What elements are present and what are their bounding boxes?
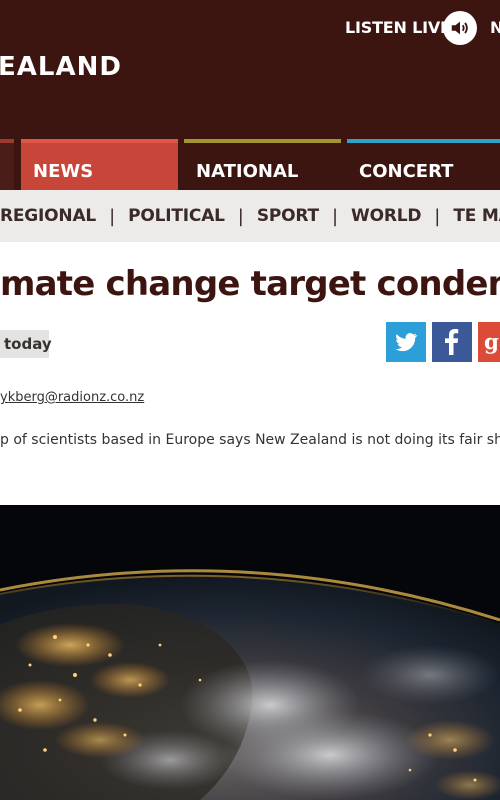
google-plus-icon: g [484, 330, 499, 355]
speaker-icon [451, 21, 468, 35]
listen-live-label[interactable]: LISTEN LIVE [345, 18, 451, 38]
subnav-sport[interactable]: SPORT [257, 206, 319, 226]
subnav-political[interactable]: POLITICAL [128, 206, 225, 226]
subnav-te-manu[interactable]: TE MANU K [453, 206, 500, 226]
share-google-plus-button[interactable]: g [478, 322, 500, 362]
tab-previous[interactable] [0, 139, 14, 190]
svg-text:g: g [484, 330, 499, 355]
article-lede: p of scientists based in Europe says New… [0, 432, 500, 448]
sub-navigation: REGIONAL | POLITICAL | SPORT | WORLD | T… [0, 190, 500, 242]
subnav-regional[interactable]: REGIONAL [0, 206, 96, 226]
earth-image [0, 505, 500, 800]
subnav-separator: | [331, 205, 339, 227]
tab-concert[interactable]: CONCERT [347, 139, 500, 190]
author-email-link[interactable]: ykberg@radionz.co.nz [0, 389, 144, 407]
subnav-separator: | [237, 205, 244, 227]
header-nav-partial[interactable]: N [490, 18, 500, 38]
listen-live-button[interactable] [443, 11, 477, 45]
twitter-icon [395, 333, 418, 352]
tab-news[interactable]: NEWS [21, 139, 178, 190]
date-badge: today [0, 330, 52, 358]
subnav-separator: | [434, 205, 441, 227]
article-headline: mate change target condemned [0, 264, 500, 304]
subnav-world[interactable]: WORLD [351, 206, 421, 226]
facebook-icon [445, 329, 459, 355]
share-facebook-button[interactable] [432, 322, 472, 362]
earth-at-night-photo [0, 505, 500, 800]
share-twitter-button[interactable] [386, 322, 426, 362]
tab-national[interactable]: NATIONAL [184, 139, 341, 190]
site-logo[interactable]: EALAND [0, 52, 122, 82]
subnav-separator: | [109, 205, 116, 227]
